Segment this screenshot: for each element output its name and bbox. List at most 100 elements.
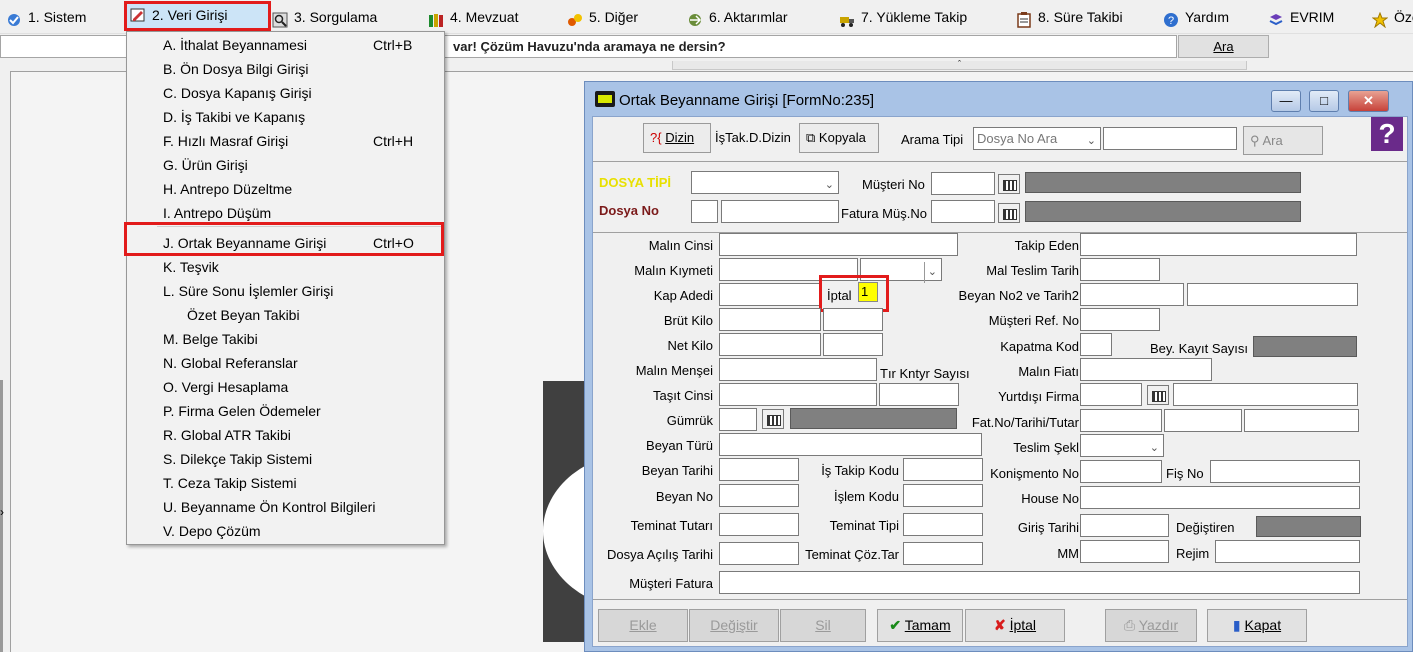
kap-adedi-input[interactable] — [719, 283, 821, 306]
takip-eden-input[interactable] — [1080, 233, 1357, 256]
tir-input[interactable] — [879, 383, 959, 406]
menu-item-atr[interactable]: R. Global ATR Takibi — [163, 423, 291, 447]
dosya-no-input[interactable] — [721, 200, 839, 223]
rejim-input[interactable] — [1215, 540, 1360, 563]
net-kilo-input[interactable] — [719, 333, 821, 356]
tasit-cinsi-input[interactable] — [719, 383, 877, 406]
chevron-right-icon[interactable]: › — [0, 505, 4, 519]
menu-item-sure-sonu[interactable]: L. Süre Sonu İşlemler Girişi — [163, 279, 333, 303]
iptal-button[interactable]: ✘ İptal — [965, 609, 1065, 642]
menu-item-dosya-kapanis[interactable]: C. Dosya Kapanış Girişi — [163, 81, 312, 105]
menu-item-is-takibi[interactable]: D. İş Takibi ve Kapanış — [163, 105, 305, 129]
calendar-icon[interactable] — [1147, 385, 1169, 405]
house-no-input[interactable] — [1080, 486, 1360, 509]
dizin-button[interactable]: ?{ Dizin — [643, 123, 711, 153]
menu-item-ozet-beyan[interactable]: Özet Beyan Takibi — [187, 303, 300, 327]
brut-kilo-input[interactable] — [719, 308, 821, 331]
menu-item-tesvik[interactable]: K. Teşvik — [163, 255, 219, 279]
arama-input[interactable] — [1103, 127, 1237, 150]
konismento-input[interactable] — [1080, 460, 1162, 483]
mm-input[interactable] — [1080, 540, 1169, 563]
menu-diger[interactable]: 5. Diğer — [561, 3, 638, 31]
menu-item-belge-takibi[interactable]: M. Belge Takibi — [163, 327, 258, 351]
close-button[interactable]: ✕ — [1348, 90, 1389, 112]
arama-tipi-select[interactable]: Dosya No Ara ⌄ — [973, 127, 1101, 150]
tarih2-input[interactable] — [1187, 283, 1358, 306]
beyan-turu-input[interactable] — [719, 433, 982, 456]
tamam-button[interactable]: ✔ Tamam — [877, 609, 963, 642]
menu-item-on-dosya[interactable]: B. Ön Dosya Bilgi Girişi — [163, 57, 308, 81]
calendar-icon[interactable] — [998, 203, 1020, 223]
dosya-acilis-label: Dosya Açılış Tarihi — [607, 547, 713, 562]
menu-item-ortak-beyanname[interactable]: J. Ortak Beyanname Girişi — [163, 231, 326, 255]
iptal-input[interactable]: 1 — [858, 282, 878, 302]
minimize-button[interactable]: — — [1271, 90, 1301, 112]
kapatma-kod-input[interactable] — [1080, 333, 1112, 356]
gumruk-input[interactable] — [719, 408, 757, 431]
beyan-no-input[interactable] — [719, 484, 799, 507]
menu-aktarimlar[interactable]: 6. Aktarımlar — [681, 3, 788, 31]
maximize-button[interactable]: □ — [1309, 90, 1339, 112]
malin-cinsi-input[interactable] — [719, 233, 958, 256]
fis-no-input[interactable] — [1210, 460, 1360, 483]
malin-fiati-input[interactable] — [1080, 358, 1212, 381]
menu-item-ithalat[interactable]: A. İthalat Beyannamesi — [163, 33, 307, 57]
window-title-bar[interactable]: Ortak Beyanname Girişi [FormNo:235] — □ … — [585, 82, 1412, 116]
beyan-no2-label: Beyan No2 ve Tarih2 — [958, 288, 1079, 303]
net-kilo-unit-input[interactable] — [823, 333, 883, 356]
malin-mensei-input[interactable] — [719, 358, 877, 381]
menu-item-urun[interactable]: G. Ürün Girişi — [163, 153, 248, 177]
menu-item-on-kontrol[interactable]: U. Beyanname Ön Kontrol Bilgileri — [163, 495, 375, 519]
musteri-ref-input[interactable] — [1080, 308, 1160, 331]
kap-adedi-label: Kap Adedi — [653, 288, 713, 303]
calendar-icon[interactable] — [998, 174, 1020, 194]
sil-button[interactable]: Sil — [780, 609, 866, 642]
menu-sorgulama[interactable]: 3. Sorgulama — [266, 3, 377, 31]
dosya-tipi-select[interactable]: ⌄ — [691, 171, 839, 194]
teslim-sekli-select[interactable]: ⌄ — [1080, 434, 1164, 457]
menu-item-firma-odemeler[interactable]: P. Firma Gelen Ödemeler — [163, 399, 321, 423]
beyan-no2-input[interactable] — [1080, 283, 1184, 306]
menu-sure-takibi[interactable]: 8. Süre Takibi — [1010, 3, 1123, 31]
ara-button[interactable]: ⚲ Ara — [1243, 126, 1323, 155]
menu-item-ceza[interactable]: T. Ceza Takip Sistemi — [163, 471, 297, 495]
ekle-button[interactable]: Ekle — [598, 609, 688, 642]
fat-no-input[interactable] — [1080, 409, 1162, 432]
menu-mevzuat[interactable]: 4. Mevzuat — [422, 3, 518, 31]
menu-yukleme-takip[interactable]: 7. Yükleme Takip — [833, 3, 967, 31]
menu-item-global-ref[interactable]: N. Global Referanslar — [163, 351, 298, 375]
menu-sistem[interactable]: 1. Sistem — [0, 3, 86, 31]
menu-item-depo[interactable]: V. Depo Çözüm — [163, 519, 261, 543]
menu-item-hizli-masraf[interactable]: F. Hızlı Masraf Girişi — [163, 129, 288, 153]
giris-tarihi-input[interactable] — [1080, 514, 1169, 537]
kapat-button[interactable]: ▮ Kapat — [1207, 609, 1307, 642]
menu-item-vergi[interactable]: O. Vergi Hesaplama — [163, 375, 288, 399]
mal-teslim-input[interactable] — [1080, 258, 1160, 281]
collapse-grip[interactable]: ˆ — [672, 60, 1247, 70]
fat-tutar-input[interactable] — [1244, 409, 1359, 432]
musteri-fatura-input[interactable] — [719, 571, 1360, 594]
menu-oze[interactable]: Öze — [1366, 3, 1413, 31]
degistir-button[interactable]: Değiştir — [689, 609, 779, 642]
help-icon[interactable]: ? — [1371, 117, 1403, 151]
istak-dizin-button[interactable]: İşTak.D.Dizin — [715, 130, 791, 145]
dosya-no-prefix-input[interactable] — [691, 200, 718, 223]
menu-item-antrepo-duzeltme[interactable]: H. Antrepo Düzeltme — [163, 177, 292, 201]
menu-veri-girisi[interactable]: 2. Veri Girişi — [124, 1, 271, 31]
yurtdisi-firma-input[interactable] — [1080, 383, 1142, 406]
musteri-no-input[interactable] — [931, 172, 995, 195]
menu-item-dilekce[interactable]: S. Dilekçe Takip Sistemi — [163, 447, 312, 471]
dosya-acilis-input[interactable] — [719, 542, 799, 565]
menu-yardim[interactable]: ? Yardım — [1157, 3, 1229, 31]
fat-tarihi-input[interactable] — [1164, 409, 1242, 432]
brut-kilo-unit-input[interactable] — [823, 308, 883, 331]
kopyala-button[interactable]: ⧉ Kopyala — [799, 123, 879, 153]
yazdir-button[interactable]: ⎙ Yazdır — [1105, 609, 1197, 642]
search-button[interactable]: Ara — [1178, 35, 1269, 58]
beyan-tarihi-input[interactable] — [719, 458, 799, 481]
fatura-mus-no-input[interactable] — [931, 200, 995, 223]
yurtdisi-firma-name-input[interactable] — [1173, 383, 1358, 406]
calendar-icon[interactable] — [762, 409, 784, 429]
menu-evrim[interactable]: EVRIM — [1262, 3, 1334, 31]
teminat-tutari-input[interactable] — [719, 513, 799, 536]
